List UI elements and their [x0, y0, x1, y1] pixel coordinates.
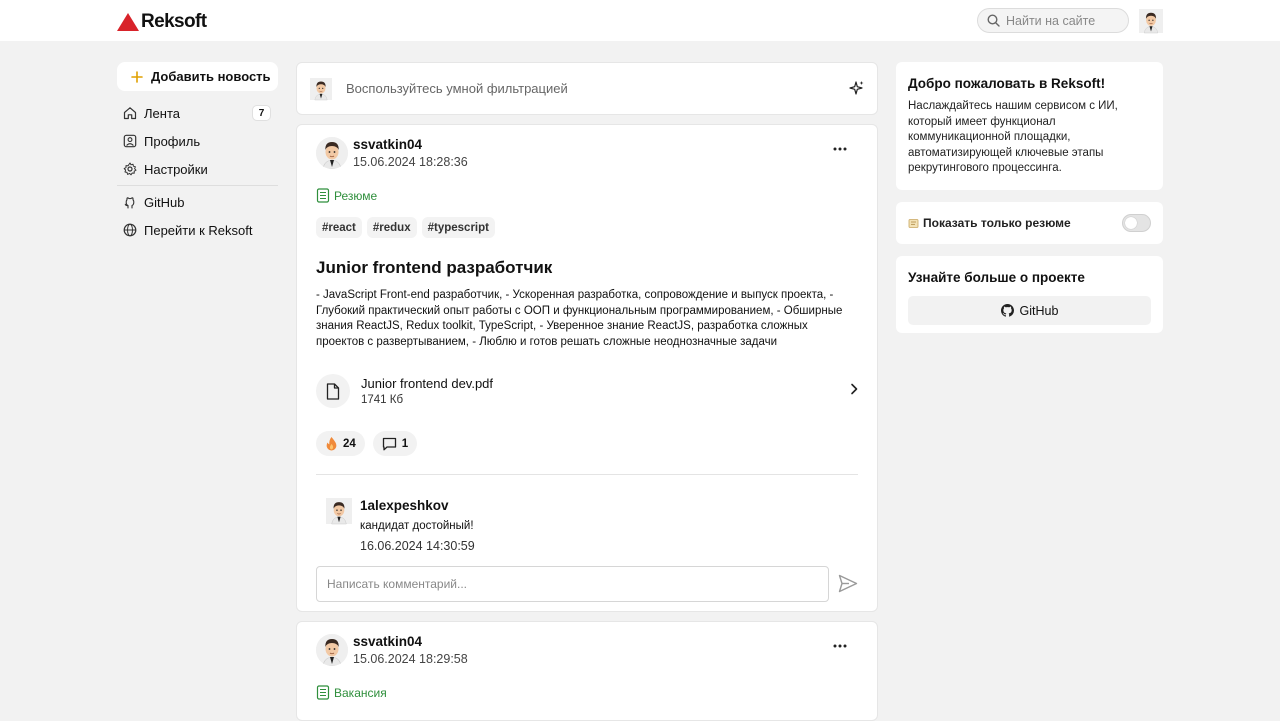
comment-text: кандидат достойный!	[360, 520, 474, 532]
post-tags: #react #redux #typescript	[316, 217, 495, 238]
send-icon[interactable]	[838, 574, 858, 593]
user-avatar[interactable]	[1139, 8, 1163, 34]
post-author[interactable]: ssvatkin04	[353, 137, 468, 153]
post-title: Junior frontend разработчик	[316, 258, 553, 277]
github-icon	[1000, 304, 1014, 317]
profile-icon	[123, 134, 137, 148]
sidebar-item-reksoft[interactable]: Перейти к Reksoft	[117, 216, 278, 244]
comment-author[interactable]: 1alexpeshkov	[360, 497, 475, 515]
sidebar-item-label: Профиль	[144, 133, 201, 149]
sidebar-item-github[interactable]: GitHub	[117, 188, 278, 216]
plus-icon	[131, 70, 143, 83]
logo-triangle-icon	[117, 13, 139, 31]
post-type-label[interactable]: Вакансия	[316, 685, 387, 700]
file-name: Junior frontend dev.pdf	[361, 375, 494, 391]
document-icon	[316, 685, 330, 700]
feed-count-badge: 7	[252, 105, 271, 121]
welcome-title: Добро пожаловать в Reksoft!	[908, 76, 1106, 91]
file-icon	[316, 374, 350, 408]
author-avatar[interactable]	[316, 634, 348, 666]
author-avatar[interactable]	[316, 137, 348, 169]
comment-count: 1	[401, 437, 409, 450]
post-type-text: Резюме	[334, 188, 378, 203]
document-icon	[316, 188, 330, 203]
sidebar-item-profile[interactable]: Профиль	[117, 127, 278, 155]
more-options-icon[interactable]	[833, 147, 847, 151]
tag-chip[interactable]: #redux	[366, 217, 417, 238]
post-divider	[316, 474, 858, 475]
left-sidebar: Добавить новость Лента 7 Профиль Настрой…	[117, 62, 278, 244]
sparkle-icon[interactable]	[849, 80, 865, 97]
comment-icon	[382, 437, 396, 450]
top-header: Reksoft	[0, 0, 1280, 41]
search-icon	[987, 14, 1000, 27]
file-size: 1741 Кб	[361, 393, 404, 406]
comment-item: 1alexpeshkov кандидат достойный! 16.06.2…	[326, 497, 475, 555]
post-body: - JavaScript Front-end разработчик, - Ус…	[316, 289, 843, 348]
github-button[interactable]: GitHub	[908, 296, 1151, 325]
github-button-label: GitHub	[1019, 303, 1059, 318]
post-author[interactable]: ssvatkin04	[353, 634, 468, 650]
globe-icon	[123, 223, 137, 237]
gear-icon	[123, 162, 137, 176]
resume-only-toggle[interactable]	[1122, 214, 1151, 232]
comment-date: 16.06.2024 14:30:59	[360, 539, 475, 553]
post-header: ssvatkin04 15.06.2024 18:29:58	[316, 634, 468, 668]
attachment-file[interactable]: Junior frontend dev.pdf 1741 Кб	[316, 373, 858, 409]
github-icon	[124, 197, 135, 209]
reksoft-logo[interactable]: Reksoft	[117, 11, 207, 33]
search-box[interactable]	[977, 8, 1129, 33]
post-type-label[interactable]: Резюме	[316, 188, 377, 203]
more-options-icon[interactable]	[833, 644, 847, 648]
comments-button[interactable]: 1	[372, 431, 418, 456]
sidebar-item-label: GitHub	[144, 194, 185, 210]
resume-only-label: Показать только резюме	[923, 216, 1071, 230]
smart-filter-text: Воспользуйтесь умной фильтрацией	[346, 81, 568, 96]
tag-chip[interactable]: #react	[316, 217, 362, 238]
sidebar-item-settings[interactable]: Настройки	[117, 155, 278, 183]
welcome-text: Наслаждайтесь нашим сервисом с ИИ, котор…	[908, 100, 1118, 174]
post-reactions: 24 1	[316, 431, 418, 456]
project-info-card: Узнайте больше о проекте GitHub	[896, 256, 1163, 333]
post-date: 15.06.2024 18:28:36	[353, 155, 468, 169]
like-button[interactable]: 24	[316, 431, 365, 456]
project-info-title: Узнайте больше о проекте	[908, 270, 1085, 285]
toggle-knob	[1125, 217, 1137, 229]
post-type-text: Вакансия	[334, 685, 387, 700]
sidebar-item-label: Перейти к Reksoft	[144, 222, 253, 238]
tag-chip[interactable]: #typescript	[421, 217, 495, 238]
home-icon	[123, 107, 137, 120]
sidebar-item-label: Настройки	[144, 161, 208, 177]
add-news-label: Добавить новость	[151, 69, 271, 84]
post-card: ssvatkin04 15.06.2024 18:29:58 Вакансия	[296, 621, 878, 721]
commenter-avatar[interactable]	[326, 497, 352, 525]
post-date: 15.06.2024 18:29:58	[353, 652, 468, 666]
logo-text: Reksoft	[141, 11, 207, 32]
sidebar-item-label: Лента	[144, 105, 180, 121]
chevron-right-icon	[851, 383, 858, 395]
sidebar-divider	[117, 185, 278, 186]
scroll-icon	[908, 218, 919, 228]
add-news-button[interactable]: Добавить новость	[117, 62, 278, 91]
sidebar-item-feed[interactable]: Лента 7	[117, 99, 278, 127]
fire-icon	[326, 437, 337, 451]
comment-input[interactable]	[316, 566, 829, 602]
welcome-card: Добро пожаловать в Reksoft! Наслаждайтес…	[896, 62, 1163, 190]
smart-filter-bar[interactable]: Воспользуйтесь умной фильтрацией	[296, 62, 878, 115]
like-count: 24	[343, 437, 356, 450]
search-input[interactable]	[1006, 13, 1116, 28]
post-header: ssvatkin04 15.06.2024 18:28:36	[316, 137, 468, 171]
post-card: ssvatkin04 15.06.2024 18:28:36 Резюме #r…	[296, 124, 878, 612]
resume-filter-card: Показать только резюме	[896, 202, 1163, 244]
user-avatar	[310, 77, 332, 100]
